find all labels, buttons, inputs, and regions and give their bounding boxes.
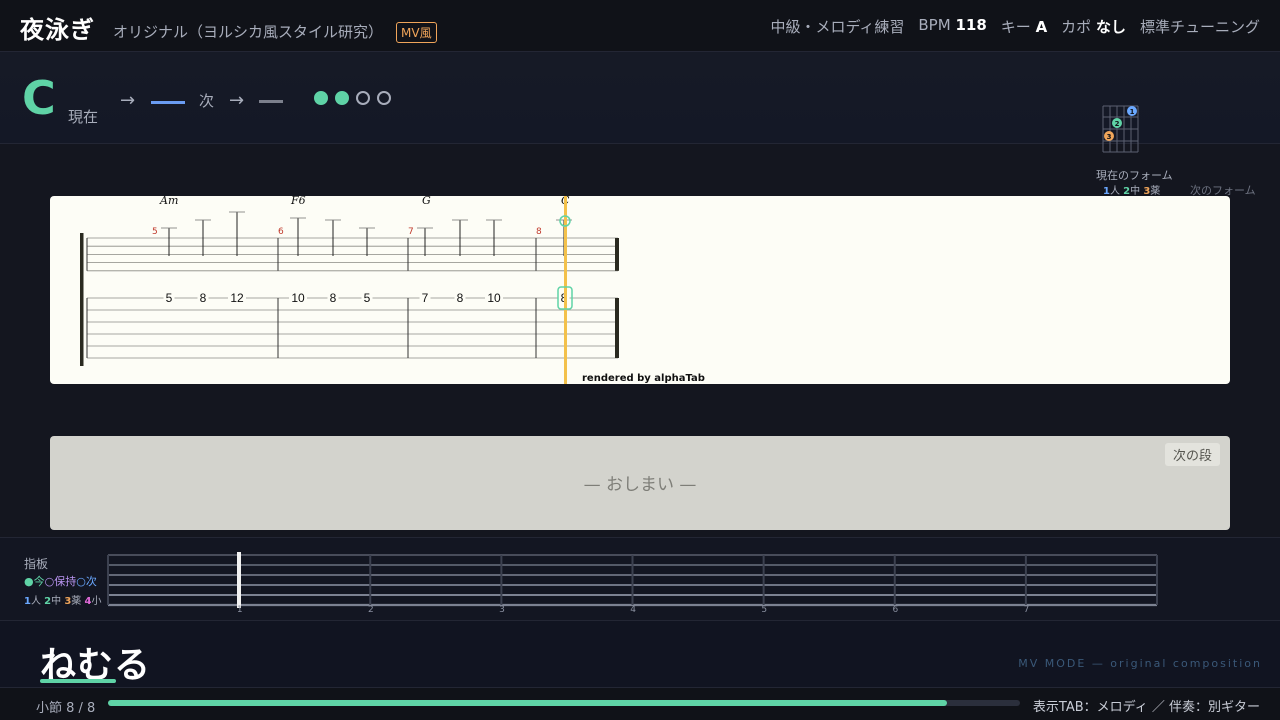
bpm-value: 118 bbox=[955, 16, 987, 34]
svg-text:2: 2 bbox=[1115, 120, 1120, 128]
measure-number: 7 bbox=[408, 227, 414, 237]
measure-number: 6 bbox=[278, 227, 284, 237]
beat-dot bbox=[356, 91, 370, 105]
next-label: 次 bbox=[199, 92, 215, 110]
fret-number-label: 4 bbox=[630, 605, 636, 614]
next-system-panel: — おしまい — 次の段 bbox=[50, 436, 1230, 530]
fret-number: 5 bbox=[166, 291, 173, 305]
status-bar: 小節 8 / 8 表示TAB：メロディ ／ 伴奏：別ギター bbox=[0, 687, 1280, 720]
tab-score[interactable]: Am55812F661085G77810C88 rendered by alph… bbox=[50, 196, 1230, 384]
svg-text:1: 1 bbox=[1130, 108, 1135, 116]
svg-text:3: 3 bbox=[1107, 133, 1112, 141]
playback-cursor bbox=[564, 196, 567, 384]
upcoming-chord-placeholder bbox=[151, 101, 185, 104]
key-value: A bbox=[1035, 18, 1048, 36]
finger-dot-2: 2 bbox=[1112, 118, 1122, 128]
fret-number-label: 1 bbox=[237, 605, 243, 614]
arrow-right-icon: → bbox=[229, 90, 245, 111]
fret-number: 10 bbox=[291, 291, 305, 305]
fret-number-label: 5 bbox=[761, 605, 767, 614]
finger-legend: 1人 2中 3薬 4小 bbox=[24, 596, 102, 607]
measure-number: 8 bbox=[536, 227, 542, 237]
fret-number: 8 bbox=[200, 291, 207, 305]
key-info: キー A bbox=[1000, 18, 1048, 36]
chord-symbol: Am bbox=[159, 196, 178, 207]
rendered-by-label: rendered by alphaTab bbox=[582, 373, 705, 384]
form-finger-legend: 1人 2中 3薬 bbox=[1103, 186, 1161, 197]
fret-number: 5 bbox=[364, 291, 371, 305]
nut-marker bbox=[237, 552, 241, 608]
beat-indicator bbox=[314, 91, 391, 105]
beat-dot bbox=[335, 91, 349, 105]
mv-style-badge: MV風 bbox=[396, 22, 437, 43]
fret-number: 8 bbox=[457, 291, 464, 305]
bpm-info: BPM 118 bbox=[918, 16, 987, 34]
fret-number-label: 3 bbox=[499, 605, 505, 614]
measure-counter: 小節 8 / 8 bbox=[36, 701, 96, 716]
mv-mode-label: MV MODE — original composition bbox=[1018, 657, 1262, 670]
fret-number: 7 bbox=[422, 291, 429, 305]
next-chord-placeholder bbox=[259, 100, 283, 103]
chord-symbol: G bbox=[422, 196, 431, 207]
level-label: 中級・メロディ練習 bbox=[770, 18, 905, 36]
final-barline bbox=[615, 238, 619, 271]
fret-number: 12 bbox=[230, 291, 244, 305]
fret-number: 8 bbox=[330, 291, 337, 305]
chord-diagram: 1 2 3 bbox=[1102, 105, 1139, 153]
capo-value: なし bbox=[1095, 18, 1126, 36]
fret-number-label: 2 bbox=[368, 605, 374, 614]
lyric-progress-underline bbox=[40, 679, 116, 683]
song-title: 夜泳ぎ bbox=[20, 16, 95, 44]
arrow-right-icon: → bbox=[120, 90, 136, 111]
chord-bar: C 現在 → 次 → 1 2 3 現在のフォーム 1人 2中 3薬 次のフォーム bbox=[0, 52, 1280, 197]
fretboard-panel: 指板 ●今○保持○次 1人 2中 3薬 4小 1 2 3 4 5 6 7 bbox=[0, 537, 1280, 621]
header-bar: 夜泳ぎ オリジナル（ヨルシカ風スタイル研究） MV風 中級・メロディ練習 BPM… bbox=[0, 0, 1280, 52]
score-canvas: Am55812F661085G77810C88 bbox=[80, 196, 619, 384]
fretboard-diagram: 1 2 3 4 5 6 7 bbox=[107, 552, 1158, 614]
beat-dot bbox=[314, 91, 328, 105]
display-mode-info: 表示TAB：メロディ ／ 伴奏：別ギター bbox=[1032, 700, 1260, 715]
fretboard-legend: ●今○保持○次 bbox=[24, 575, 97, 588]
song-subtitle: オリジナル（ヨルシカ風スタイル研究） bbox=[113, 23, 384, 41]
progress-fill bbox=[108, 700, 948, 706]
current-form-label: 現在のフォーム bbox=[1096, 169, 1173, 182]
finger-dot-1: 1 bbox=[1127, 106, 1137, 116]
capo-info: カポ なし bbox=[1061, 18, 1126, 36]
next-step-label: 次の段 bbox=[1164, 443, 1220, 466]
beat-dot bbox=[377, 91, 391, 105]
tuning-label: 標準チューニング bbox=[1139, 18, 1260, 36]
fret-number-label: 6 bbox=[892, 605, 898, 614]
measure-number: 5 bbox=[152, 227, 158, 237]
current-label: 現在 bbox=[68, 108, 99, 126]
tab-staff bbox=[80, 233, 619, 366]
fret-number-label: 7 bbox=[1024, 605, 1030, 614]
fret-number: 10 bbox=[487, 291, 501, 305]
final-barline bbox=[615, 298, 619, 358]
current-chord: C bbox=[22, 71, 56, 125]
chord-symbol: F6 bbox=[290, 196, 306, 207]
finger-dot-3: 3 bbox=[1104, 131, 1114, 141]
fretboard-title: 指板 bbox=[24, 557, 49, 571]
playback-progress[interactable] bbox=[108, 700, 1020, 706]
end-text: — おしまい — bbox=[583, 475, 697, 495]
lyrics-panel: ねむる MV MODE — original composition bbox=[0, 621, 1280, 687]
system-bracket bbox=[80, 233, 84, 366]
song-info: 中級・メロディ練習 BPM 118 キー A カポ なし 標準チューニング bbox=[770, 16, 1260, 37]
